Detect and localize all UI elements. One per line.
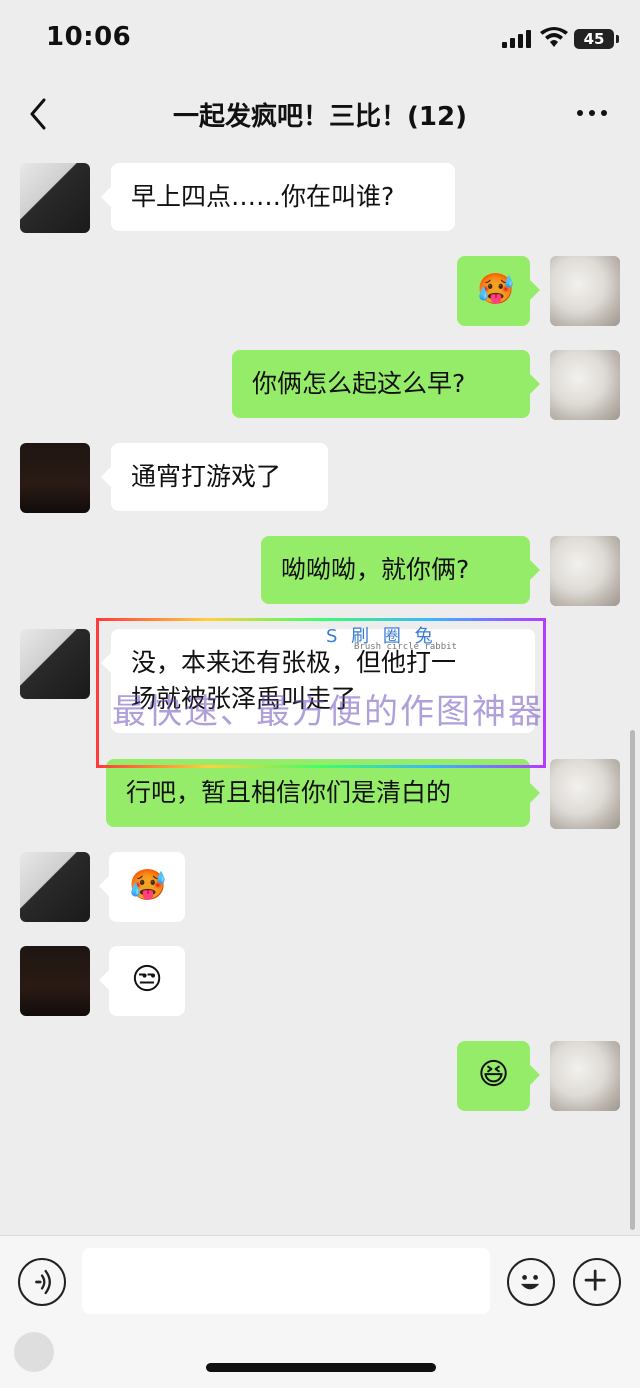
chat-title: 一起发疯吧！三比！(12) <box>173 102 467 132</box>
message-bubble[interactable]: 呦呦呦，就你俩? <box>261 536 540 604</box>
avatar[interactable] <box>20 443 90 513</box>
battery-icon: 45 <box>574 29 619 49</box>
smiley-icon[interactable] <box>507 1258 555 1306</box>
avatar[interactable] <box>550 536 620 606</box>
wifi-icon <box>540 27 568 47</box>
avatar[interactable] <box>20 163 90 233</box>
message-bubble[interactable]: 你俩怎么起这么早? <box>232 350 540 418</box>
watermark-slogan: 最快速、最方便的作图神器 <box>112 692 544 732</box>
avatar[interactable] <box>550 1041 620 1111</box>
emoji-bubble[interactable]: 😒 <box>99 946 185 1016</box>
message-input[interactable] <box>82 1248 490 1314</box>
message-bubble[interactable]: 行吧，暂且相信你们是清白的 <box>106 759 540 827</box>
emoji-bubble[interactable]: 🥵 <box>457 256 540 326</box>
scrollbar[interactable] <box>630 730 635 1230</box>
status-time: 10:06 <box>46 22 132 52</box>
avatar[interactable] <box>20 852 90 922</box>
message-bubble[interactable]: 通宵打游戏了 <box>101 443 328 511</box>
message-bubble[interactable]: 早上四点……你在叫谁? <box>101 163 455 231</box>
emoji-bubble[interactable]: 😆 <box>457 1041 540 1111</box>
watermark-subtitle: Brush circle rabbit <box>354 642 457 652</box>
cellular-signal-icon <box>502 30 531 48</box>
avatar[interactable] <box>550 256 620 326</box>
avatar[interactable] <box>20 629 90 699</box>
avatar[interactable] <box>550 350 620 420</box>
emoji-bubble[interactable]: 🥵 <box>99 852 185 922</box>
avatar[interactable] <box>20 946 90 1016</box>
chat-header: 一起发疯吧！三比！(12) <box>0 82 640 146</box>
voice-icon[interactable] <box>18 1258 66 1306</box>
avatar[interactable] <box>550 759 620 829</box>
plus-icon[interactable] <box>573 1258 621 1306</box>
status-bar: 10:06 45 <box>0 0 640 80</box>
home-indicator[interactable] <box>206 1363 436 1372</box>
faint-avatar <box>14 1332 54 1372</box>
more-options-button[interactable] <box>572 96 612 130</box>
